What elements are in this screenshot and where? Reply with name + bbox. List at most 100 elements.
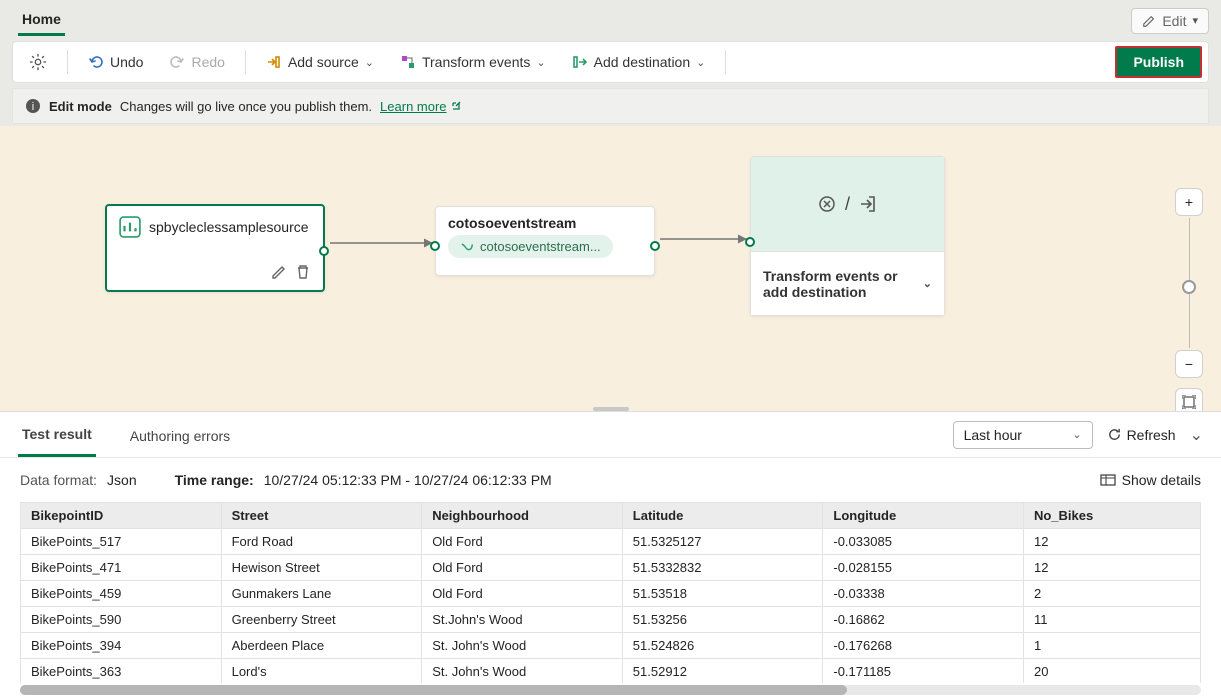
separator <box>725 50 726 74</box>
settings-button[interactable] <box>19 47 57 77</box>
table-cell: 51.53518 <box>622 581 823 607</box>
show-details-button[interactable]: Show details <box>1100 472 1201 488</box>
scroll-thumb[interactable] <box>20 685 847 695</box>
edit-mode-banner: i Edit mode Changes will go live once yo… <box>12 88 1209 124</box>
table-row[interactable]: BikePoints_471Hewison StreetOld Ford51.5… <box>21 555 1201 581</box>
zoom-handle[interactable] <box>1182 280 1196 294</box>
fit-to-screen-button[interactable] <box>1175 388 1203 411</box>
data-format-value: Json <box>107 472 137 488</box>
col-header[interactable]: BikepointID <box>21 503 222 529</box>
output-port[interactable] <box>319 246 329 256</box>
redo-button[interactable]: Redo <box>159 48 234 76</box>
time-range-label: Time range: <box>175 472 254 488</box>
col-header[interactable]: Neighbourhood <box>422 503 623 529</box>
redo-icon <box>169 54 185 70</box>
zoom-out-button[interactable]: − <box>1175 350 1203 378</box>
info-icon: i <box>25 98 41 114</box>
table-cell: BikePoints_394 <box>21 633 222 659</box>
refresh-icon <box>1107 427 1122 442</box>
output-port[interactable] <box>650 241 660 251</box>
undo-button[interactable]: Undo <box>78 48 153 76</box>
table-cell: St. John's Wood <box>422 633 623 659</box>
learn-more-link[interactable]: Learn more <box>380 99 461 114</box>
source-node[interactable]: spbycleclessamplesource <box>105 204 325 292</box>
table-cell: Old Ford <box>422 555 623 581</box>
table-cell: St. John's Wood <box>422 659 623 684</box>
table-row[interactable]: BikePoints_394Aberdeen PlaceSt. John's W… <box>21 633 1201 659</box>
table-cell: 51.5332832 <box>622 555 823 581</box>
source-node-title: spbycleclessamplesource <box>149 219 309 235</box>
table-cell: BikePoints_459 <box>21 581 222 607</box>
table-cell: BikePoints_471 <box>21 555 222 581</box>
trash-icon[interactable] <box>295 264 311 280</box>
panel-resize-handle[interactable] <box>593 407 629 411</box>
zoom-controls: + − <box>1175 186 1203 411</box>
table-cell: 51.53256 <box>622 607 823 633</box>
stream-icon <box>460 240 474 254</box>
col-header[interactable]: Latitude <box>622 503 823 529</box>
destination-placeholder-node[interactable]: / Transform events or add destination ⌄ <box>750 156 945 316</box>
tab-authoring-errors[interactable]: Authoring errors <box>126 414 234 456</box>
pencil-icon <box>1142 14 1156 28</box>
horizontal-scrollbar[interactable] <box>20 685 1201 695</box>
add-source-label: Add source <box>288 54 359 70</box>
table-cell: BikePoints_517 <box>21 529 222 555</box>
transform-label: Transform events <box>422 54 530 70</box>
table-cell: -0.176268 <box>823 633 1024 659</box>
output-icon <box>858 194 878 214</box>
connector <box>655 234 755 244</box>
tab-test-result[interactable]: Test result <box>18 412 96 457</box>
zoom-in-button[interactable]: + <box>1175 188 1203 216</box>
destination-icon <box>572 54 588 70</box>
table-cell: -0.171185 <box>823 659 1024 684</box>
chevron-down-icon[interactable]: ⌄ <box>1190 425 1203 445</box>
separator <box>67 50 68 74</box>
table-cell: Old Ford <box>422 529 623 555</box>
show-details-label: Show details <box>1122 472 1201 488</box>
table-cell: -0.033085 <box>823 529 1024 555</box>
table-row[interactable]: BikePoints_590Greenberry StreetSt.John's… <box>21 607 1201 633</box>
external-link-icon <box>450 100 462 112</box>
table-row[interactable]: BikePoints_459Gunmakers LaneOld Ford51.5… <box>21 581 1201 607</box>
table-cell: Hewison Street <box>221 555 422 581</box>
table-cell: BikePoints_363 <box>21 659 222 684</box>
eventstream-node[interactable]: cotosoeventstream cotosoeventstream... <box>435 206 655 276</box>
table-row[interactable]: BikePoints_517Ford RoadOld Ford51.532512… <box>21 529 1201 555</box>
time-range-select[interactable]: Last hour ⌄ <box>953 421 1093 449</box>
table-row[interactable]: BikePoints_363Lord'sSt. John's Wood51.52… <box>21 659 1201 684</box>
table-cell: 2 <box>1023 581 1200 607</box>
table-cell: 20 <box>1023 659 1200 684</box>
table-cell: Aberdeen Place <box>221 633 422 659</box>
col-header[interactable]: Longitude <box>823 503 1024 529</box>
refresh-button[interactable]: Refresh <box>1107 427 1176 443</box>
table-cell: -0.03338 <box>823 581 1024 607</box>
source-icon <box>266 54 282 70</box>
table-cell: Greenberry Street <box>221 607 422 633</box>
transform-icon <box>817 194 837 214</box>
edit-dropdown[interactable]: Edit ▾ <box>1131 8 1209 34</box>
add-destination-label: Add destination <box>594 54 691 70</box>
col-header[interactable]: No_Bikes <box>1023 503 1200 529</box>
add-source-button[interactable]: Add source ⌄ <box>256 48 384 76</box>
transform-events-button[interactable]: Transform events ⌄ <box>390 48 556 76</box>
zoom-slider[interactable] <box>1189 218 1190 348</box>
chevron-down-icon: ⌄ <box>365 56 374 69</box>
data-format-label: Data format: <box>20 472 97 488</box>
add-destination-button[interactable]: Add destination ⌄ <box>562 48 716 76</box>
slash-sep: / <box>845 194 850 215</box>
table-cell: BikePoints_590 <box>21 607 222 633</box>
chevron-down-icon[interactable]: ⌄ <box>923 277 932 290</box>
input-port[interactable] <box>430 241 440 251</box>
input-port[interactable] <box>745 237 755 247</box>
eventstream-pill[interactable]: cotosoeventstream... <box>448 235 613 258</box>
col-header[interactable]: Street <box>221 503 422 529</box>
table-cell: St.John's Wood <box>422 607 623 633</box>
pipeline-canvas[interactable]: spbycleclessamplesource cotosoeventstrea… <box>0 126 1221 411</box>
separator <box>245 50 246 74</box>
eventstream-pill-label: cotosoeventstream... <box>480 239 601 254</box>
tab-home[interactable]: Home <box>18 5 65 36</box>
svg-text:i: i <box>32 101 34 113</box>
pencil-icon[interactable] <box>271 264 287 280</box>
publish-button[interactable]: Publish <box>1115 46 1202 78</box>
refresh-label: Refresh <box>1127 427 1176 443</box>
